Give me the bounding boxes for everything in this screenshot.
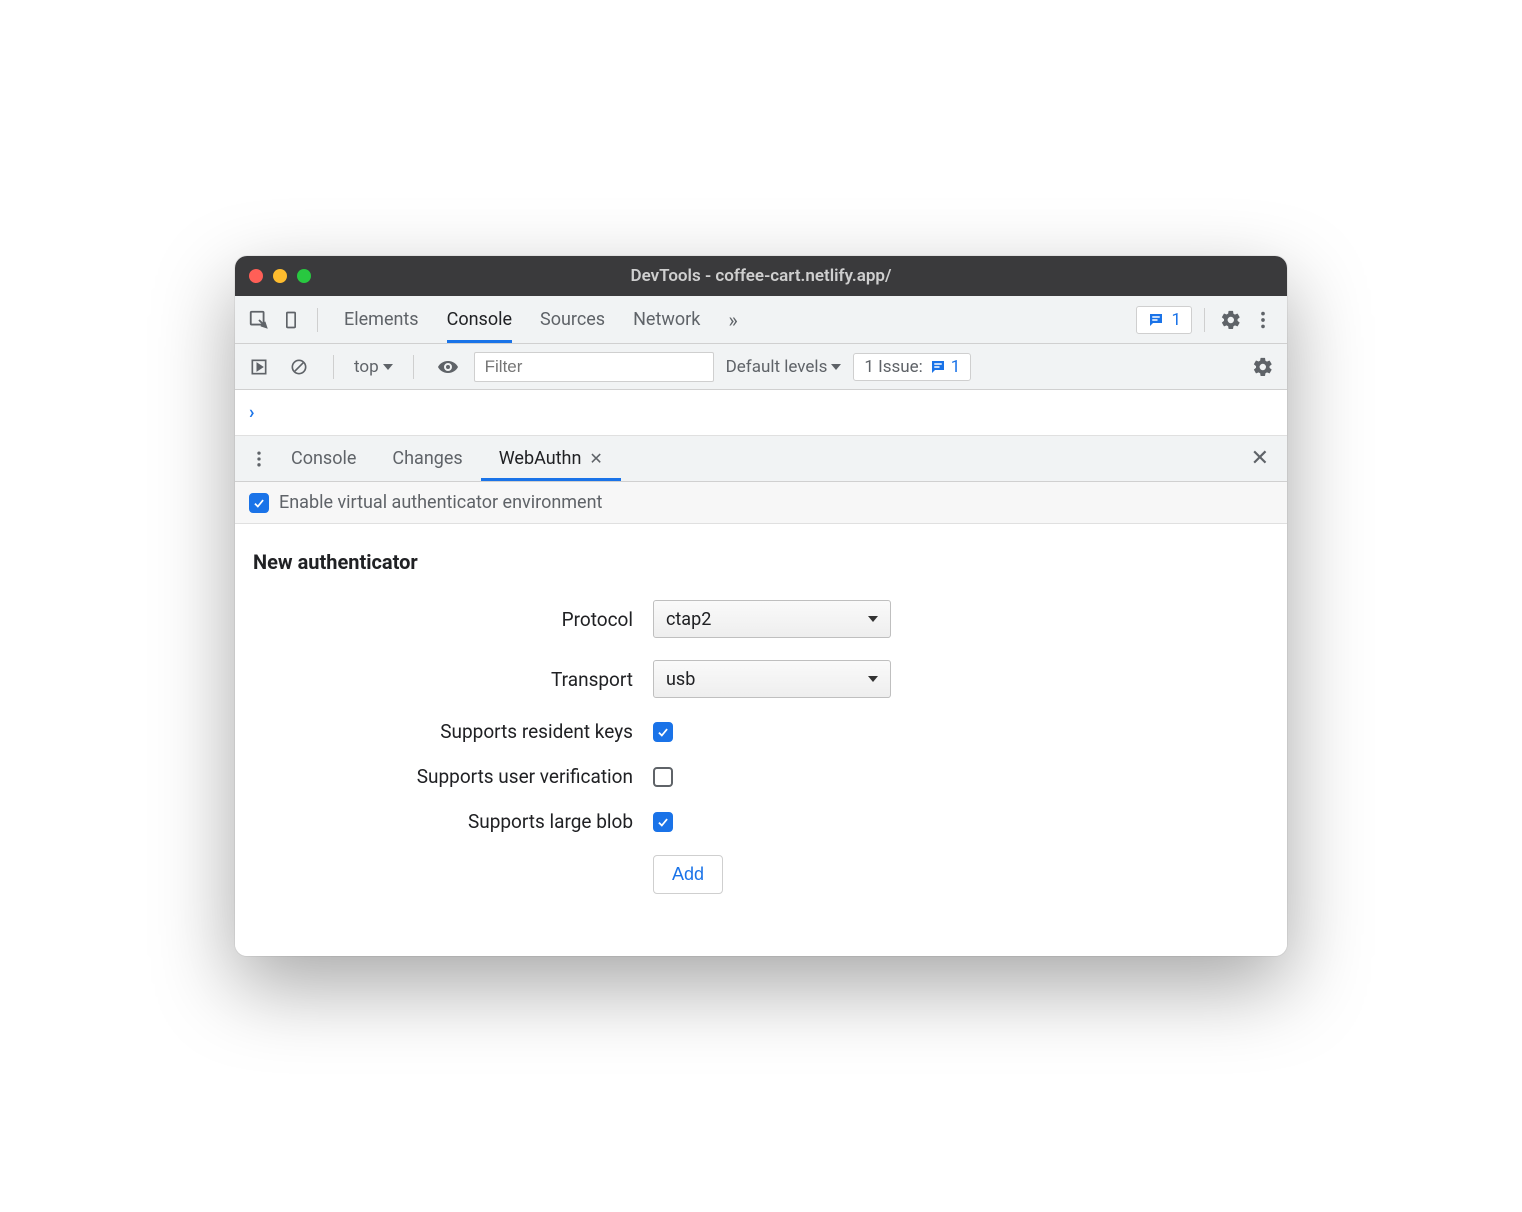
more-menu-icon[interactable] bbox=[1249, 306, 1277, 334]
issue-label: 1 Issue: bbox=[864, 357, 922, 377]
protocol-label: Protocol bbox=[253, 608, 653, 631]
main-tabs: Elements Console Sources Network » bbox=[344, 296, 738, 343]
enable-label: Enable virtual authenticator environment bbox=[279, 492, 602, 513]
protocol-value: ctap2 bbox=[666, 609, 711, 630]
user-verification-checkbox[interactable] bbox=[653, 767, 673, 787]
transport-value: usb bbox=[666, 669, 695, 690]
chevron-down-icon bbox=[868, 676, 878, 682]
window-controls bbox=[249, 269, 311, 283]
clear-console-icon[interactable] bbox=[285, 353, 313, 381]
titlebar: DevTools - coffee-cart.netlify.app/ bbox=[235, 256, 1287, 296]
checkmark-icon bbox=[656, 725, 670, 739]
chevron-down-icon bbox=[868, 616, 878, 622]
tab-elements[interactable]: Elements bbox=[344, 296, 419, 343]
protocol-select[interactable]: ctap2 bbox=[653, 600, 891, 638]
issue-count: 1 bbox=[951, 357, 961, 377]
context-selector[interactable]: top bbox=[354, 357, 393, 377]
new-authenticator-panel: New authenticator Protocol ctap2 Transpo… bbox=[235, 524, 1287, 956]
minimize-window-button[interactable] bbox=[273, 269, 287, 283]
divider bbox=[413, 355, 414, 379]
main-toolbar: Elements Console Sources Network » 1 bbox=[235, 296, 1287, 344]
large-blob-checkbox[interactable] bbox=[653, 812, 673, 832]
tab-console[interactable]: Console bbox=[447, 296, 512, 343]
add-row: Add bbox=[253, 855, 1269, 894]
tab-sources[interactable]: Sources bbox=[540, 296, 605, 343]
resident-keys-label: Supports resident keys bbox=[253, 720, 653, 743]
drawer-menu-icon[interactable] bbox=[245, 445, 273, 473]
large-blob-row: Supports large blob bbox=[253, 810, 1269, 833]
add-button[interactable]: Add bbox=[653, 855, 723, 894]
close-window-button[interactable] bbox=[249, 269, 263, 283]
drawer-tabs: Console Changes WebAuthn ✕ ✕ bbox=[235, 436, 1287, 482]
chevron-down-icon bbox=[831, 364, 841, 370]
issues-chip[interactable]: 1 bbox=[1136, 306, 1192, 334]
log-levels-selector[interactable]: Default levels bbox=[726, 357, 842, 377]
user-verification-row: Supports user verification bbox=[253, 765, 1269, 788]
settings-icon[interactable] bbox=[1217, 306, 1245, 334]
message-icon bbox=[1147, 311, 1165, 329]
chevron-down-icon bbox=[383, 364, 393, 370]
context-label: top bbox=[354, 357, 379, 377]
issues-count: 1 bbox=[1171, 310, 1181, 330]
more-tabs-icon[interactable]: » bbox=[728, 308, 737, 332]
divider bbox=[317, 308, 318, 332]
enable-virtual-authenticator-row: Enable virtual authenticator environment bbox=[235, 482, 1287, 524]
divider bbox=[333, 355, 334, 379]
live-expression-icon[interactable] bbox=[434, 353, 462, 381]
close-tab-icon[interactable]: ✕ bbox=[589, 449, 602, 468]
checkmark-icon bbox=[252, 496, 266, 510]
enable-checkbox[interactable] bbox=[249, 493, 269, 513]
devtools-window: DevTools - coffee-cart.netlify.app/ Elem… bbox=[235, 256, 1287, 956]
drawer-tab-console[interactable]: Console bbox=[273, 436, 374, 481]
transport-label: Transport bbox=[253, 668, 653, 691]
section-title: New authenticator bbox=[253, 550, 1269, 574]
console-prompt-icon: › bbox=[249, 402, 254, 423]
divider bbox=[1204, 308, 1205, 332]
execute-icon[interactable] bbox=[245, 353, 273, 381]
issues-link[interactable]: 1 Issue: 1 bbox=[853, 353, 971, 381]
console-area[interactable]: › bbox=[235, 390, 1287, 436]
transport-select[interactable]: usb bbox=[653, 660, 891, 698]
filter-input[interactable] bbox=[474, 352, 714, 382]
resident-keys-checkbox[interactable] bbox=[653, 722, 673, 742]
resident-keys-row: Supports resident keys bbox=[253, 720, 1269, 743]
close-drawer-icon[interactable]: ✕ bbox=[1243, 446, 1277, 471]
large-blob-label: Supports large blob bbox=[253, 810, 653, 833]
transport-row: Transport usb bbox=[253, 660, 1269, 698]
window-title: DevTools - coffee-cart.netlify.app/ bbox=[235, 266, 1287, 286]
console-settings-icon[interactable] bbox=[1249, 353, 1277, 381]
drawer-tab-webauthn[interactable]: WebAuthn ✕ bbox=[481, 436, 621, 481]
checkmark-icon bbox=[656, 815, 670, 829]
tab-network[interactable]: Network bbox=[633, 296, 700, 343]
console-toolbar: top Default levels 1 Issue: 1 bbox=[235, 344, 1287, 390]
drawer-tab-changes[interactable]: Changes bbox=[374, 436, 480, 481]
levels-label: Default levels bbox=[726, 357, 828, 377]
inspect-element-icon[interactable] bbox=[245, 306, 273, 334]
message-icon bbox=[929, 358, 947, 376]
user-verification-label: Supports user verification bbox=[253, 765, 653, 788]
device-toolbar-icon[interactable] bbox=[277, 306, 305, 334]
maximize-window-button[interactable] bbox=[297, 269, 311, 283]
protocol-row: Protocol ctap2 bbox=[253, 600, 1269, 638]
